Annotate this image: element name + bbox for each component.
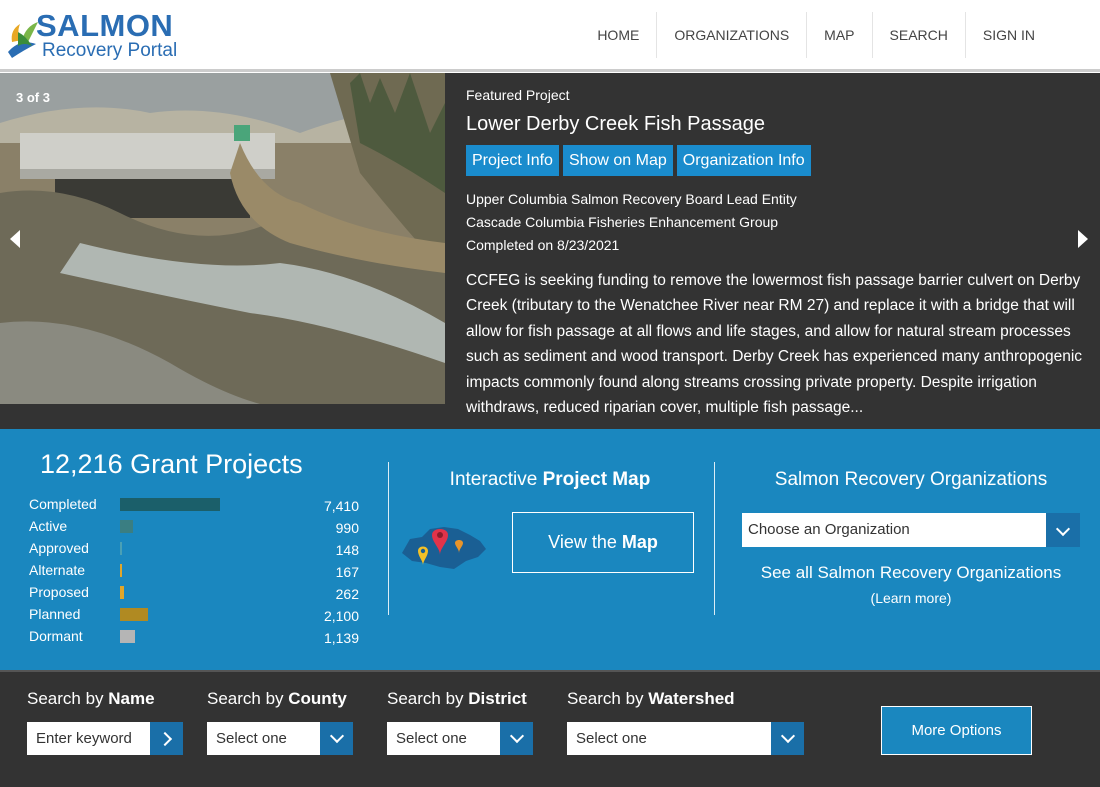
- organization-select-value: Choose an Organization: [748, 521, 910, 538]
- stat-bar: [120, 542, 122, 555]
- featured-project-carousel: 3 of 3 Featured Project Lower Derby Cree…: [0, 73, 1100, 429]
- organization-select[interactable]: Choose an Organization: [742, 513, 1080, 547]
- chevron-down-icon[interactable]: [320, 722, 353, 755]
- map-title-bold: Project Map: [542, 469, 651, 490]
- stat-value: 2,100: [323, 608, 359, 624]
- organization-info-button[interactable]: Organization Info: [676, 145, 811, 176]
- organizations-title: Salmon Recovery Organizations: [774, 469, 1048, 490]
- county-select[interactable]: Select one: [207, 722, 353, 755]
- search-district-label: Search by District: [387, 689, 527, 709]
- divider: [388, 462, 389, 615]
- chevron-down-icon[interactable]: [771, 722, 804, 755]
- chevron-down-icon[interactable]: [500, 722, 533, 755]
- stat-bar: [120, 586, 124, 599]
- logo-title: SALMON: [36, 8, 174, 43]
- search-go-icon[interactable]: [150, 722, 183, 755]
- featured-project-info: Featured Project Lower Derby Creek Fish …: [466, 87, 1086, 420]
- nav-home[interactable]: HOME: [580, 12, 656, 58]
- county-select-value: Select one: [216, 730, 287, 747]
- stat-bar: [120, 564, 122, 577]
- stat-value: 167: [335, 564, 359, 580]
- nav-map[interactable]: MAP: [806, 12, 871, 58]
- featured-label: Featured Project: [466, 87, 570, 103]
- stat-row-dormant[interactable]: Dormant 1,139: [29, 628, 359, 650]
- stat-value: 7,410: [323, 498, 359, 514]
- slide-counter: 3 of 3: [16, 90, 50, 105]
- label-bold: Watershed: [648, 689, 735, 708]
- label-plain: Search by: [567, 689, 649, 708]
- watershed-select-value: Select one: [576, 730, 647, 747]
- washington-map-icon[interactable]: [400, 515, 492, 575]
- label-bold: Name: [108, 689, 155, 708]
- site-header: SALMON Recovery Portal HOME ORGANIZATION…: [0, 0, 1100, 72]
- label-bold: District: [468, 689, 527, 708]
- project-title: Lower Derby Creek Fish Passage: [466, 113, 766, 135]
- stat-label: Proposed: [29, 584, 89, 600]
- stat-label: Planned: [29, 606, 81, 622]
- show-on-map-button[interactable]: Show on Map: [562, 145, 673, 176]
- see-all-organizations-link[interactable]: See all Salmon Recovery Organizations: [742, 563, 1080, 583]
- stat-row-approved[interactable]: Approved 148: [29, 540, 359, 562]
- label-plain: Search by: [387, 689, 469, 708]
- divider: [714, 462, 715, 615]
- label-bold: County: [288, 689, 347, 708]
- project-map-title: Interactive Project Map: [390, 469, 710, 491]
- stat-bar: [120, 498, 220, 511]
- district-select-value: Select one: [396, 730, 467, 747]
- stat-label: Dormant: [29, 628, 83, 644]
- stat-bar: [120, 608, 148, 621]
- label-plain: Search by: [27, 689, 109, 708]
- previous-slide-icon[interactable]: [10, 230, 20, 248]
- completion-date: Completed on 8/23/2021: [466, 237, 620, 253]
- watershed-select[interactable]: Select one: [567, 722, 804, 755]
- search-name-label: Search by Name: [27, 689, 155, 709]
- nav-sign-in[interactable]: SIGN IN: [964, 12, 1052, 58]
- search-band: Search by Name Enter keyword Search by C…: [0, 670, 1100, 787]
- project-info-button[interactable]: Project Info: [466, 145, 559, 176]
- grant-projects-title: 12,216 Grant Projects: [40, 449, 303, 479]
- learn-more-link[interactable]: (Learn more): [742, 590, 1080, 606]
- stat-label: Active: [29, 518, 68, 534]
- stat-row-alternate[interactable]: Alternate 167: [29, 562, 359, 584]
- stats-band: 12,216 Grant Projects Completed 7,410 Ac…: [0, 429, 1100, 670]
- stat-value: 1,139: [323, 630, 359, 646]
- logo-subtitle: Recovery Portal: [42, 40, 178, 61]
- map-title-plain: Interactive: [449, 469, 543, 490]
- stat-row-proposed[interactable]: Proposed 262: [29, 584, 359, 606]
- stat-row-active[interactable]: Active 990: [29, 518, 359, 540]
- keyword-placeholder: Enter keyword: [36, 730, 132, 747]
- stat-value: 148: [335, 542, 359, 558]
- keyword-search-input[interactable]: Enter keyword: [27, 722, 183, 755]
- nav-search[interactable]: SEARCH: [871, 12, 965, 58]
- stat-bar: [120, 520, 133, 533]
- district-select[interactable]: Select one: [387, 722, 533, 755]
- view-map-button[interactable]: View the Map: [512, 512, 694, 573]
- project-meta: Upper Columbia Salmon Recovery Board Lea…: [466, 188, 1086, 257]
- project-description: CCFEG is seeking funding to remove the l…: [466, 272, 1083, 417]
- more-options-button[interactable]: More Options: [881, 706, 1032, 755]
- nav-organizations[interactable]: ORGANIZATIONS: [656, 12, 806, 58]
- featured-project-photo: [0, 73, 445, 404]
- stat-row-completed[interactable]: Completed 7,410: [29, 496, 359, 518]
- main-nav: HOME ORGANIZATIONS MAP SEARCH SIGN IN: [580, 12, 1052, 58]
- view-map-plain: View the: [548, 532, 622, 552]
- label-plain: Search by: [207, 689, 289, 708]
- view-map-bold: Map: [621, 532, 658, 552]
- lead-entity: Upper Columbia Salmon Recovery Board Lea…: [466, 191, 797, 207]
- logo[interactable]: SALMON Recovery Portal: [6, 8, 206, 64]
- search-county-label: Search by County: [207, 689, 347, 709]
- stat-row-planned[interactable]: Planned 2,100: [29, 606, 359, 628]
- stat-value: 990: [335, 520, 359, 536]
- search-watershed-label: Search by Watershed: [567, 689, 735, 709]
- project-sponsor: Cascade Columbia Fisheries Enhancement G…: [466, 214, 779, 230]
- stat-bar: [120, 630, 135, 643]
- chevron-down-icon[interactable]: [1046, 513, 1080, 547]
- stat-label: Completed: [29, 496, 97, 512]
- stat-label: Alternate: [29, 562, 86, 578]
- stat-value: 262: [335, 586, 359, 602]
- project-actions: Project Info Show on Map Organization In…: [466, 145, 1086, 176]
- stat-label: Approved: [29, 540, 89, 556]
